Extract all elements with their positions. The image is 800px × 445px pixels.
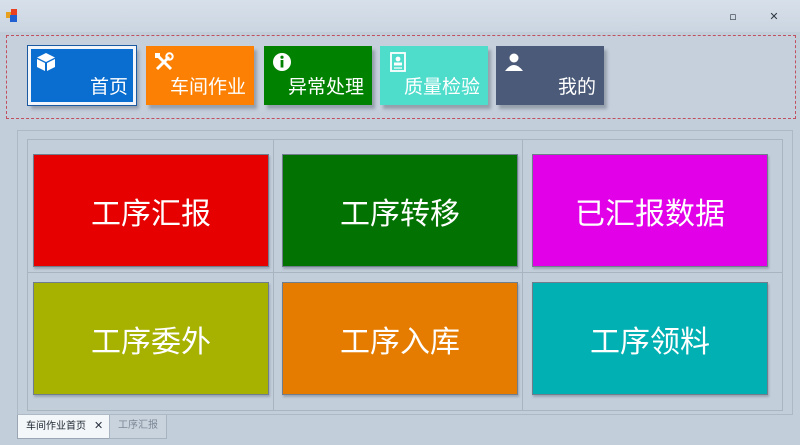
- nav-workshop-button[interactable]: 车间作业: [146, 46, 254, 105]
- tile-reported-data[interactable]: 已汇报数据: [532, 154, 768, 267]
- nav-exception-button[interactable]: 异常处理: [264, 46, 372, 105]
- user-icon: [505, 53, 523, 71]
- tools-icon: [155, 52, 174, 71]
- top-nav-panel: 首页 车间作业 异常处理 质量检验 我的: [6, 35, 796, 119]
- tile-process-report[interactable]: 工序汇报: [33, 154, 269, 267]
- document-tab-bar: 车间作业首页 ✕ 工序汇报: [17, 415, 793, 445]
- nav-quality-label: 质量检验: [403, 76, 480, 98]
- nav-profile-label: 我的: [557, 76, 596, 98]
- tile-label: 工序委外: [91, 324, 211, 360]
- close-window-button[interactable]: ✕: [767, 10, 781, 24]
- tile-process-outsource[interactable]: 工序委外: [33, 282, 269, 395]
- main-content-panel: 工序汇报 工序转移 已汇报数据 工序委外 工序入库 工序领料: [17, 130, 793, 415]
- tile-grid: 工序汇报 工序转移 已汇报数据 工序委外 工序入库 工序领料: [27, 139, 783, 411]
- nav-exception-label: 异常处理: [287, 76, 364, 98]
- tile-label: 工序领料: [590, 324, 710, 360]
- nav-home-label: 首页: [89, 76, 128, 98]
- restore-icon: ▫: [729, 10, 737, 23]
- id-card-icon: [390, 52, 406, 72]
- tab-label: 车间作业首页: [26, 421, 86, 432]
- nav-profile-button[interactable]: 我的: [496, 46, 604, 105]
- title-bar: ▫ ✕: [0, 0, 800, 32]
- tab-process-report[interactable]: 工序汇报: [109, 415, 167, 439]
- restore-button[interactable]: ▫: [726, 10, 740, 24]
- tab-workshop-home[interactable]: 车间作业首页 ✕: [17, 415, 113, 439]
- cube-icon: [37, 53, 55, 71]
- tile-label: 工序转移: [340, 196, 460, 232]
- tile-process-warehouse[interactable]: 工序入库: [282, 282, 518, 395]
- app-logo-icon: [6, 9, 20, 23]
- tile-label: 工序汇报: [91, 196, 211, 232]
- tile-process-transfer[interactable]: 工序转移: [282, 154, 518, 267]
- grid-divider: [28, 272, 782, 273]
- nav-home-button[interactable]: 首页: [27, 45, 137, 106]
- close-icon[interactable]: ✕: [94, 419, 103, 432]
- tile-process-material[interactable]: 工序领料: [532, 282, 768, 395]
- tab-label: 工序汇报: [118, 420, 158, 431]
- grid-divider: [522, 140, 523, 410]
- nav-quality-button[interactable]: 质量检验: [380, 46, 488, 105]
- info-icon: [273, 53, 291, 71]
- tile-label: 已汇报数据: [575, 196, 725, 232]
- grid-divider: [273, 140, 274, 410]
- nav-workshop-label: 车间作业: [169, 76, 246, 98]
- close-icon: ✕: [769, 10, 779, 23]
- tile-label: 工序入库: [340, 324, 460, 360]
